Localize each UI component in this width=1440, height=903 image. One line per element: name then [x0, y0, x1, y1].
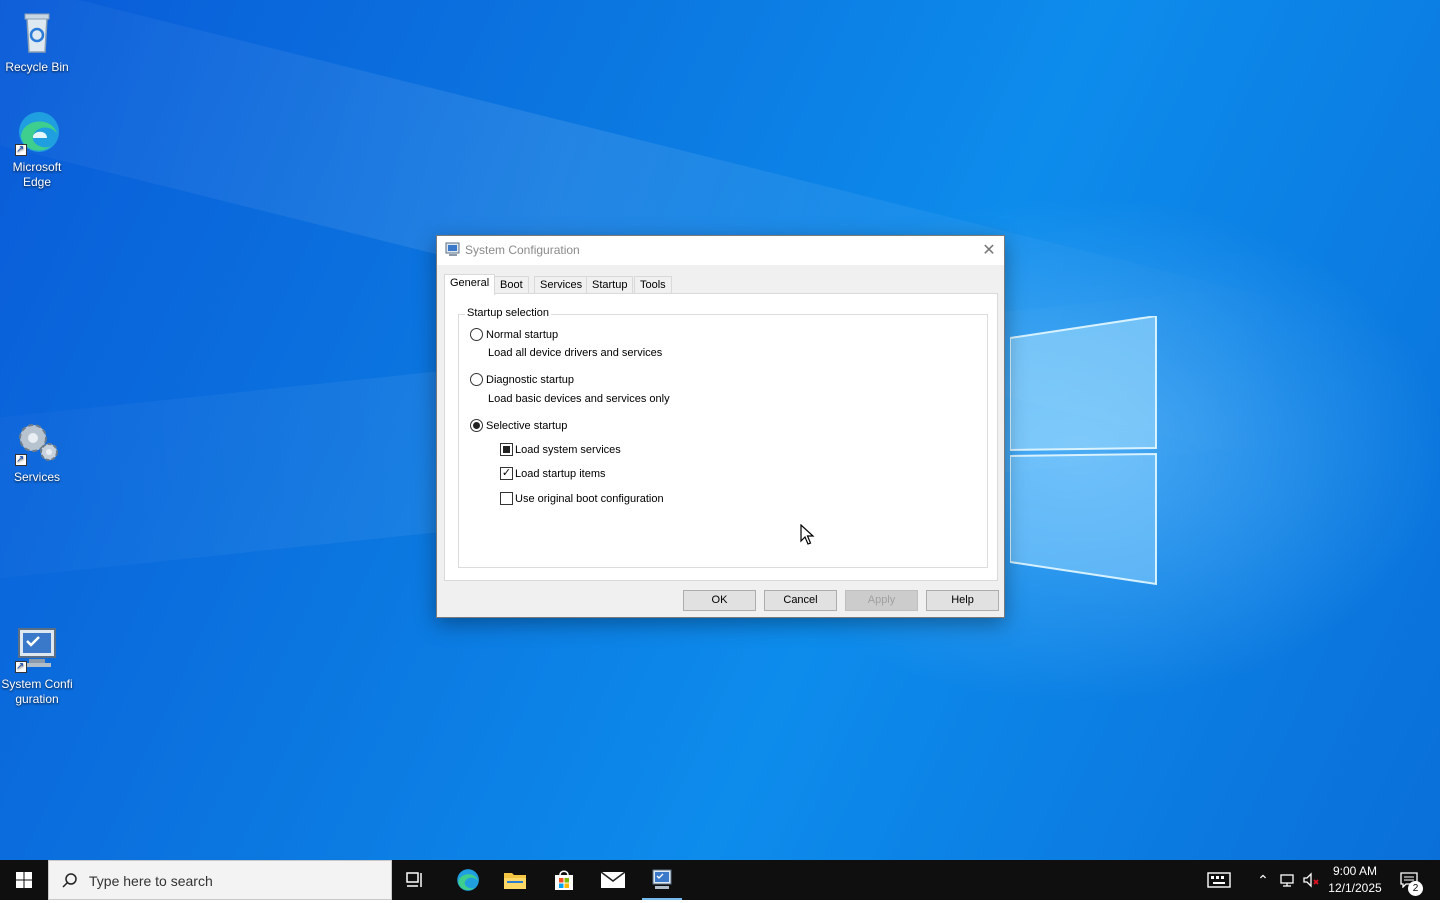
show-hidden-icons-button[interactable]: ⌃ — [1252, 860, 1274, 900]
close-icon[interactable]: ✕ — [974, 236, 1004, 265]
general-tab-panel: Startup selection Normal startup Load al… — [444, 293, 998, 581]
volume-muted-icon — [1303, 872, 1319, 888]
desktop-icon-system-configuration[interactable]: System Configuration — [1, 625, 73, 707]
windows-logo-wallpaper — [1010, 316, 1157, 586]
volume-indicator[interactable] — [1300, 860, 1322, 900]
load-startup-items-checkbox[interactable]: ✓ Load startup items — [500, 467, 606, 480]
load-system-services-checkbox[interactable]: Load system services — [500, 443, 621, 456]
system-configuration-icon — [652, 869, 672, 889]
system-configuration-dialog: System Configuration ✕ General Boot Serv… — [436, 235, 1005, 618]
search-icon — [62, 873, 77, 888]
search-placeholder: Type here to search — [89, 873, 213, 889]
checkbox-unchecked[interactable] — [500, 492, 513, 505]
network-indicator[interactable] — [1277, 860, 1297, 900]
task-view-button[interactable] — [392, 860, 440, 900]
desktop-icon-recycle-bin[interactable]: Recycle Bin — [1, 8, 73, 75]
dialog-titlebar[interactable]: System Configuration ✕ — [437, 236, 1004, 265]
checkbox-label: Load startup items — [515, 467, 606, 480]
desktop-icon-label: System Configuration — [1, 677, 73, 706]
radio-button[interactable] — [470, 328, 483, 341]
selective-startup-radio[interactable]: Selective startup — [470, 419, 567, 432]
desktop-icon-label: Recycle Bin — [5, 60, 69, 74]
shortcut-arrow-icon — [15, 659, 27, 674]
diagnostic-startup-description: Load basic devices and services only — [488, 393, 670, 405]
radio-label: Selective startup — [486, 419, 568, 432]
task-view-icon — [406, 872, 422, 887]
start-button[interactable] — [0, 860, 48, 900]
gear-icon — [13, 418, 61, 467]
recycle-bin-icon — [13, 8, 61, 56]
cancel-button[interactable]: Cancel — [764, 590, 837, 611]
clock-date: 12/1/2025 — [1328, 881, 1382, 895]
clock-time: 9:00 AM — [1332, 864, 1378, 878]
checkbox-label: Load system services — [515, 443, 621, 456]
tab-startup[interactable]: Startup — [586, 276, 634, 294]
tab-general[interactable]: General — [444, 274, 496, 295]
apply-button[interactable]: Apply — [845, 590, 918, 611]
taskbar-edge[interactable] — [443, 860, 491, 900]
windows-start-icon — [16, 872, 32, 888]
group-label: Startup selection — [465, 307, 551, 319]
system-configuration-icon — [13, 625, 61, 674]
ok-button[interactable]: OK — [683, 590, 756, 611]
use-original-boot-config-checkbox[interactable]: Use original boot configuration — [500, 492, 664, 505]
desktop-icon-services[interactable]: Services — [1, 418, 73, 485]
checkbox-indeterminate[interactable] — [500, 443, 513, 456]
diagnostic-startup-radio[interactable]: Diagnostic startup — [470, 373, 574, 386]
folder-icon — [504, 873, 526, 889]
network-icon — [1280, 874, 1294, 887]
checkbox-label: Use original boot configuration — [515, 492, 664, 505]
radio-label: Normal startup — [486, 328, 559, 341]
taskbar-search-box[interactable]: Type here to search — [48, 860, 392, 900]
normal-startup-description: Load all device drivers and services — [488, 347, 663, 359]
tab-services[interactable]: Services — [534, 276, 589, 294]
desktop-icon-label: Microsoft Edge — [12, 160, 62, 189]
tab-boot[interactable]: Boot — [494, 276, 529, 294]
keyboard-input-indicator[interactable] — [1204, 860, 1234, 900]
store-icon — [555, 870, 573, 890]
help-button[interactable]: Help — [926, 590, 999, 611]
mail-icon — [600, 871, 626, 888]
edge-icon — [13, 108, 61, 157]
normal-startup-radio[interactable]: Normal startup — [470, 328, 558, 341]
startup-selection-group: Startup selection Normal startup Load al… — [458, 307, 988, 568]
taskbar-file-explorer[interactable] — [491, 860, 539, 900]
desktop-icon-edge[interactable]: Microsoft Edge — [1, 108, 73, 190]
shortcut-arrow-icon — [15, 142, 27, 157]
chevron-up-icon: ⌃ — [1257, 871, 1269, 888]
taskbar-clock[interactable]: 9:00 AM 12/1/2025 — [1322, 863, 1388, 897]
taskbar: Type here to search ⌃ 9:00 AM 12/1/2025 … — [0, 860, 1440, 900]
edge-icon — [457, 869, 479, 891]
radio-button[interactable] — [470, 373, 483, 386]
keyboard-icon — [1207, 872, 1231, 888]
taskbar-system-configuration[interactable] — [638, 860, 686, 900]
dialog-title: System Configuration — [465, 243, 580, 257]
desktop-icon-label: Services — [13, 470, 60, 484]
shortcut-arrow-icon — [15, 452, 27, 467]
msconfig-app-icon — [445, 242, 460, 256]
taskbar-store[interactable] — [540, 860, 588, 900]
radio-label: Diagnostic startup — [486, 373, 575, 386]
mouse-cursor-icon — [800, 524, 815, 545]
tab-tools[interactable]: Tools — [634, 276, 672, 294]
checkbox-checked[interactable]: ✓ — [500, 467, 513, 480]
taskbar-mail[interactable] — [589, 860, 637, 900]
radio-button-selected[interactable] — [470, 419, 483, 432]
notification-count-badge: 2 — [1408, 881, 1423, 896]
